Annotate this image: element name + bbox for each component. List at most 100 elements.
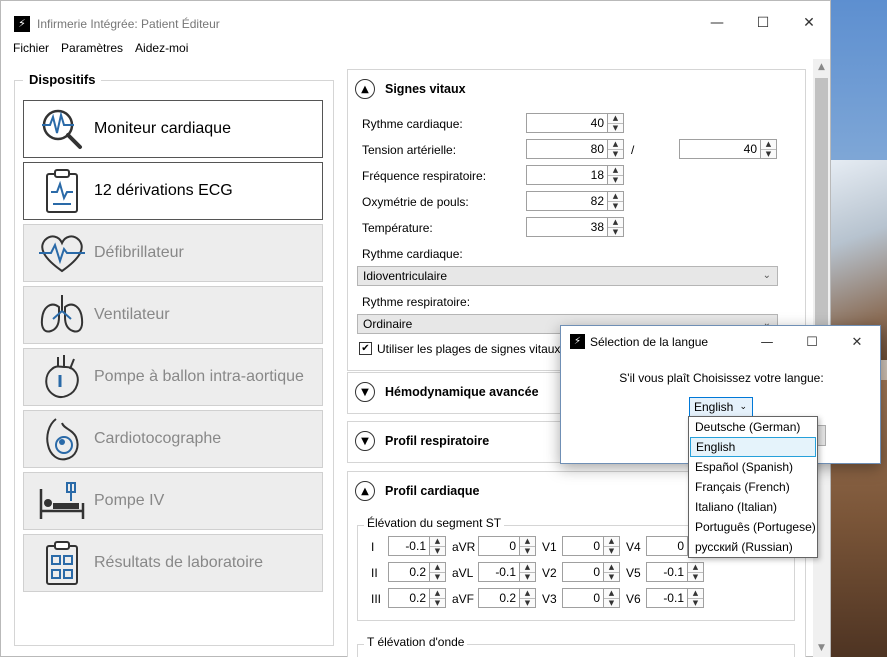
expand-down-icon[interactable]: ▼ — [355, 382, 375, 402]
collapse-up-icon[interactable]: ▲ — [355, 481, 375, 501]
chevron-down-icon: ⌄ — [739, 402, 747, 412]
lead-label: V2 — [542, 566, 557, 580]
language-option[interactable]: Français (French) — [690, 477, 816, 497]
st-input[interactable]: 0.2 — [388, 588, 430, 608]
dialog-minimize-button[interactable]: — — [747, 330, 787, 354]
device-iabp[interactable]: Pompe à ballon intra-aortique — [23, 348, 323, 406]
st-spinner[interactable]: ▲▼ — [604, 588, 620, 608]
st-input[interactable]: -0.1 — [388, 536, 430, 556]
st-input[interactable]: -0.1 — [478, 562, 520, 582]
st-spinner[interactable]: ▲▼ — [430, 562, 446, 582]
language-option[interactable]: Español (Spanish) — [690, 457, 816, 477]
lungs-icon — [34, 289, 90, 341]
st-input[interactable]: -0.1 — [646, 588, 688, 608]
st-input[interactable]: 0 — [562, 562, 604, 582]
st-spinner[interactable]: ▲▼ — [520, 562, 536, 582]
device-iv-pump[interactable]: Pompe IV — [23, 472, 323, 530]
st-input[interactable]: 0 — [562, 536, 604, 556]
language-option[interactable]: Português (Portugese) — [690, 517, 816, 537]
expand-down-icon[interactable]: ▼ — [355, 431, 375, 451]
app-logo-icon: ⚡ — [570, 334, 585, 349]
bp-systolic-input[interactable]: 80 — [526, 139, 608, 159]
dialog-ok-button[interactable] — [818, 425, 826, 446]
st-input[interactable]: -0.1 — [646, 562, 688, 582]
st-spinner[interactable]: ▲▼ — [520, 588, 536, 608]
device-label: Cardiotocographe — [94, 430, 222, 447]
menu-aidez-moi[interactable]: Aidez-moi — [129, 41, 194, 59]
heart-rate-spinner[interactable]: ▲ ▼ — [608, 113, 624, 133]
vitals-header[interactable]: ▲ Signes vitaux — [348, 70, 805, 108]
bp-diastolic-input[interactable]: 40 — [679, 139, 761, 159]
device-lab-results[interactable]: Résultats de laboratoire — [23, 534, 323, 592]
cardiac-rhythm-value: Idioventriculaire — [363, 269, 448, 283]
bp-diastolic-spinner[interactable]: ▲ ▼ — [761, 139, 777, 159]
spo2-spinner[interactable]: ▲ ▼ — [608, 191, 624, 211]
resp-rate-input[interactable]: 18 — [526, 165, 608, 185]
st-spinner[interactable]: ▲▼ — [688, 588, 704, 608]
minimize-button[interactable]: — — [694, 9, 740, 37]
temp-input[interactable]: 38 — [526, 217, 608, 237]
language-select[interactable]: English ⌄ — [689, 397, 753, 417]
use-ranges-checkbox[interactable]: ✔ — [359, 342, 372, 355]
lab-checklist-icon — [34, 537, 90, 589]
st-input[interactable]: 0 — [562, 588, 604, 608]
cardiac-rhythm-select[interactable]: Idioventriculaire ⌄ — [357, 266, 778, 286]
st-input[interactable]: 0 — [478, 536, 520, 556]
lead-label: V4 — [626, 540, 641, 554]
scroll-up-icon[interactable]: ▲ — [813, 59, 830, 76]
spo2-input[interactable]: 82 — [526, 191, 608, 211]
language-option[interactable]: Deutsche (German) — [690, 417, 816, 437]
close-button[interactable]: ✕ — [786, 9, 832, 37]
menu-bar: Fichier Paramètres Aidez-moi — [1, 41, 194, 59]
maximize-button[interactable]: ☐ — [740, 9, 786, 37]
st-spinner[interactable]: ▲▼ — [520, 536, 536, 556]
st-input[interactable]: 0.2 — [478, 588, 520, 608]
bp-systolic-spinner[interactable]: ▲ ▼ — [608, 139, 624, 159]
st-spinner[interactable]: ▲▼ — [430, 536, 446, 556]
device-cardiotocograph[interactable]: Cardiotocographe — [23, 410, 323, 468]
language-option[interactable]: Italiano (Italian) — [690, 497, 816, 517]
app-logo-icon: ⚡ — [14, 16, 30, 32]
title-bar[interactable]: ⚡ Infirmerie Intégrée: Patient Éditeur —… — [1, 1, 830, 39]
device-cardiac-monitor[interactable]: Moniteur cardiaque — [23, 100, 323, 158]
collapse-up-icon[interactable]: ▲ — [355, 79, 375, 99]
language-option[interactable]: русский (Russian) — [690, 537, 816, 557]
st-spinner[interactable]: ▲▼ — [688, 562, 704, 582]
device-label: Pompe IV — [94, 492, 165, 509]
st-spinner[interactable]: ▲▼ — [430, 588, 446, 608]
menu-parametres[interactable]: Paramètres — [55, 41, 129, 59]
bp-separator: / — [631, 143, 635, 157]
use-ranges-label: Utiliser les plages de signes vitaux p — [377, 342, 571, 356]
lead-label: II — [371, 566, 378, 580]
scroll-down-icon[interactable]: ▼ — [813, 640, 830, 657]
pregnancy-icon — [34, 413, 90, 465]
menu-fichier[interactable]: Fichier — [1, 41, 55, 59]
respiratory-title: Profil respiratoire — [385, 434, 490, 448]
lead-label: aVF — [452, 592, 475, 606]
device-ecg[interactable]: 12 dérivations ECG — [23, 162, 323, 220]
hospital-bed-iv-icon — [34, 475, 90, 527]
hemodynamics-title: Hémodynamique avancée — [385, 385, 539, 399]
temp-spinner[interactable]: ▲ ▼ — [608, 217, 624, 237]
resp-rate-spinner[interactable]: ▲ ▼ — [608, 165, 624, 185]
heart-rate-input[interactable]: 40 — [526, 113, 608, 133]
st-spinner[interactable]: ▲▼ — [604, 562, 620, 582]
scrollbar-thumb[interactable] — [815, 78, 828, 343]
temp-label: Température: — [362, 221, 433, 235]
device-defibrillator[interactable]: Défibrillateur — [23, 224, 323, 282]
dialog-close-button[interactable]: ✕ — [837, 330, 877, 354]
resp-rhythm-label: Rythme respiratoire: — [362, 295, 471, 309]
st-elevation-legend: Élévation du segment ST — [364, 516, 505, 530]
st-input[interactable]: 0 — [646, 536, 688, 556]
devices-legend: Dispositifs — [23, 72, 102, 87]
t-wave-legend: T élévation d'onde — [364, 635, 468, 649]
device-ventilator[interactable]: Ventilateur — [23, 286, 323, 344]
dialog-maximize-button[interactable]: ☐ — [792, 330, 832, 354]
language-option[interactable]: English — [690, 437, 816, 457]
st-spinner[interactable]: ▲▼ — [604, 536, 620, 556]
lead-label: aVL — [452, 566, 474, 580]
resp-rhythm-value: Ordinaire — [363, 317, 413, 331]
anatomical-heart-icon — [34, 351, 90, 403]
st-input[interactable]: 0.2 — [388, 562, 430, 582]
lead-label: V1 — [542, 540, 557, 554]
